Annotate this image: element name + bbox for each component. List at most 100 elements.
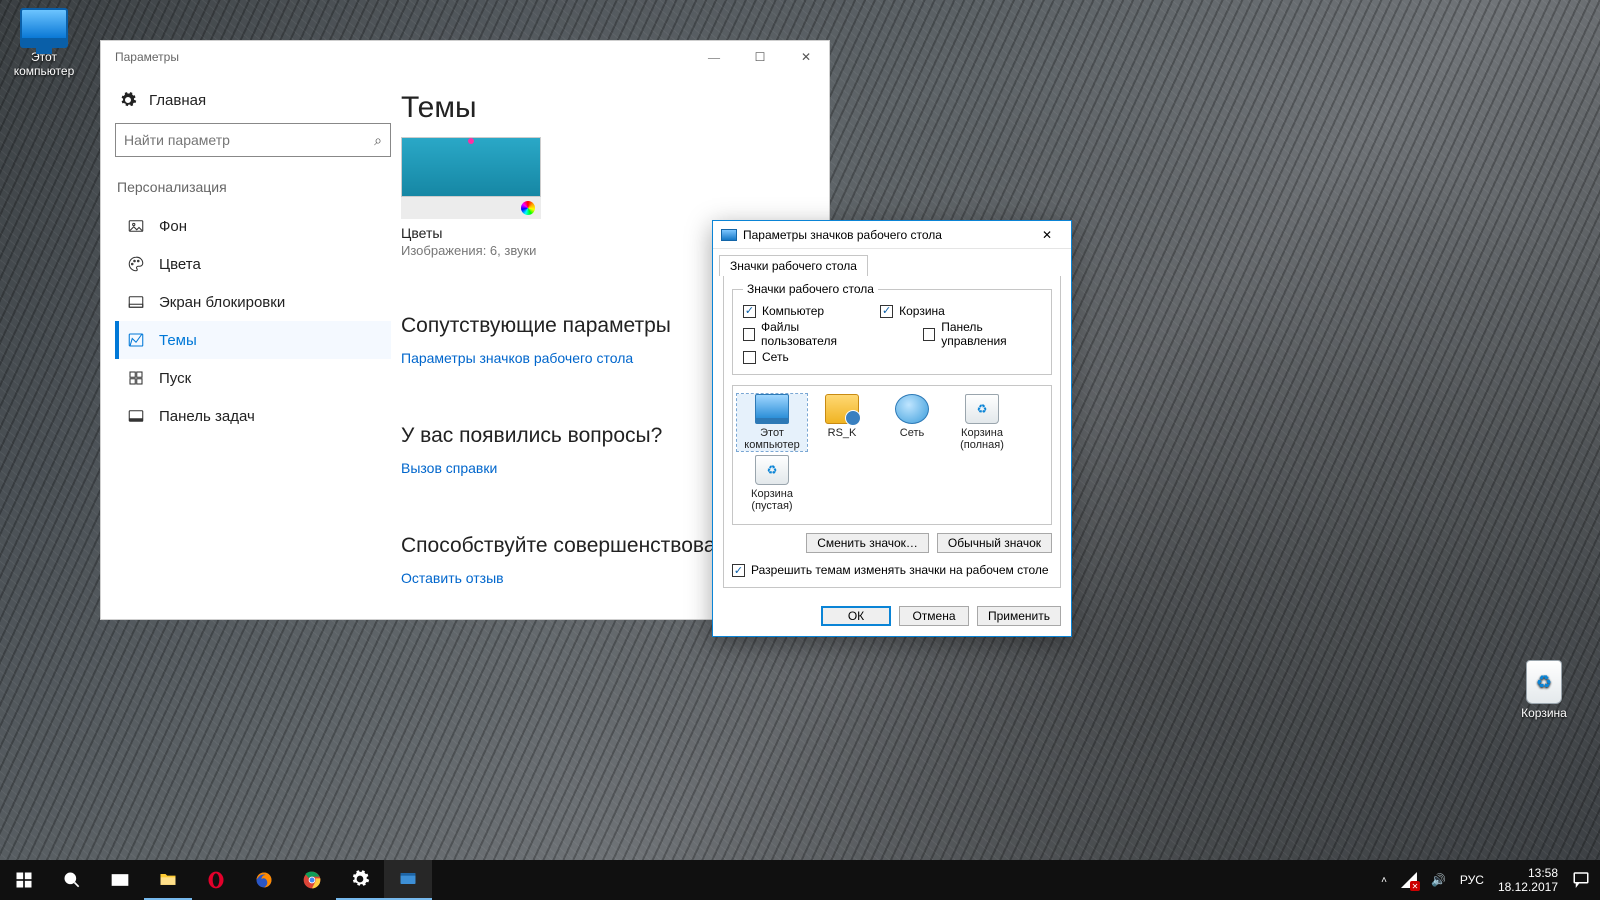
- ok-button[interactable]: ОК: [821, 606, 891, 626]
- taskbar: ˄ 🔊 РУС 13:58 18.12.2017: [0, 860, 1600, 900]
- search-button[interactable]: [48, 860, 96, 900]
- desktop-icon-this-pc[interactable]: Этот компьютер: [6, 8, 82, 78]
- minimize-button[interactable]: —: [691, 41, 737, 73]
- get-help-link[interactable]: Вызов справки: [401, 460, 497, 476]
- category-label: Персонализация: [117, 179, 391, 195]
- checkbox-label: Разрешить темам изменять значки на рабоч…: [751, 563, 1049, 577]
- icon-label: Сеть: [877, 427, 947, 439]
- nav-lockscreen[interactable]: Экран блокировки: [115, 283, 391, 321]
- taskbar-app-chrome[interactable]: [288, 860, 336, 900]
- checkbox-label: Корзина: [899, 304, 945, 318]
- fieldset-legend: Значки рабочего стола: [743, 282, 878, 296]
- recycle-bin-icon: [1526, 660, 1562, 704]
- nav-themes[interactable]: Темы: [115, 321, 391, 359]
- desktop-icons-settings-link[interactable]: Параметры значков рабочего стола: [401, 350, 633, 366]
- nav-background[interactable]: Фон: [115, 207, 391, 245]
- desktop-icon-label: Корзина: [1506, 706, 1582, 720]
- nav-label: Фон: [159, 218, 187, 235]
- checkbox-icon: [743, 351, 756, 364]
- recycle-bin-full-icon: [965, 394, 999, 424]
- language-indicator[interactable]: РУС: [1460, 873, 1484, 887]
- taskbar-app-explorer[interactable]: [144, 860, 192, 900]
- checkbox-computer[interactable]: Компьютер: [743, 304, 824, 318]
- change-icon-button[interactable]: Сменить значок…: [806, 533, 929, 553]
- volume-icon[interactable]: 🔊: [1431, 873, 1446, 887]
- restore-default-button[interactable]: Обычный значок: [937, 533, 1052, 553]
- start-button[interactable]: [0, 860, 48, 900]
- icon-item-user[interactable]: RS_K: [807, 394, 877, 451]
- picture-icon: [127, 217, 145, 235]
- system-tray: ˄ 🔊 РУС 13:58 18.12.2017: [1371, 860, 1600, 900]
- nav-start[interactable]: Пуск: [115, 359, 391, 397]
- desktop-icon-settings-dialog: Параметры значков рабочего стола ✕ Значк…: [712, 220, 1072, 637]
- theme-preview: [401, 137, 541, 197]
- color-wheel-icon: [521, 201, 535, 215]
- checkbox-user-files[interactable]: Файлы пользователя: [743, 320, 867, 348]
- give-feedback-link[interactable]: Оставить отзыв: [401, 570, 504, 586]
- home-label: Главная: [149, 92, 206, 109]
- palette-icon: [127, 255, 145, 273]
- taskbar-app-settings[interactable]: [336, 860, 384, 900]
- action-center-button[interactable]: [1572, 870, 1590, 891]
- dialog-close-button[interactable]: ✕: [1027, 223, 1067, 247]
- checkbox-label: Компьютер: [762, 304, 824, 318]
- icon-label: Корзина (пустая): [737, 488, 807, 512]
- start-icon: [127, 369, 145, 387]
- theme-tile[interactable]: [401, 137, 541, 219]
- checkbox-icon: [743, 328, 755, 341]
- network-icon: [895, 394, 929, 424]
- icon-item-bin-empty[interactable]: Корзина (пустая): [737, 455, 807, 512]
- taskbar-app-control-panel[interactable]: [384, 860, 432, 900]
- checkbox-allow-themes[interactable]: Разрешить темам изменять значки на рабоч…: [732, 563, 1052, 577]
- checkbox-network[interactable]: Сеть: [743, 350, 789, 364]
- lockscreen-icon: [127, 293, 145, 311]
- nav-label: Экран блокировки: [159, 294, 285, 311]
- home-button[interactable]: Главная: [115, 85, 391, 123]
- nav-label: Панель задач: [159, 408, 255, 425]
- taskbar-icon: [127, 407, 145, 425]
- icon-label: Корзина (полная): [947, 427, 1017, 451]
- apply-button[interactable]: Применить: [977, 606, 1061, 626]
- checkbox-icon: [880, 305, 893, 318]
- checkbox-control-panel[interactable]: Панель управления: [923, 320, 1041, 348]
- settings-titlebar[interactable]: Параметры — ☐ ✕: [101, 41, 829, 73]
- desktop-icons-fieldset: Значки рабочего стола Компьютер Корзина …: [732, 282, 1052, 375]
- taskbar-app-firefox[interactable]: [240, 860, 288, 900]
- themes-icon: [127, 331, 145, 349]
- dialog-icon: [721, 229, 737, 241]
- icon-item-this-pc[interactable]: Этот компьютер: [737, 394, 807, 451]
- checkbox-recycle-bin[interactable]: Корзина: [880, 304, 945, 318]
- icon-label: RS_K: [807, 427, 877, 439]
- checkbox-label: Файлы пользователя: [761, 320, 867, 348]
- nav-colors[interactable]: Цвета: [115, 245, 391, 283]
- checkbox-icon: [923, 328, 935, 341]
- clock-date: 18.12.2017: [1498, 880, 1558, 894]
- computer-icon: [755, 394, 789, 424]
- dialog-title: Параметры значков рабочего стола: [743, 228, 942, 242]
- search-field[interactable]: [124, 132, 374, 148]
- cancel-button[interactable]: Отмена: [899, 606, 969, 626]
- task-view-button[interactable]: [96, 860, 144, 900]
- network-icon[interactable]: [1401, 872, 1417, 888]
- clock[interactable]: 13:58 18.12.2017: [1498, 866, 1558, 895]
- search-icon: ⌕: [374, 132, 382, 149]
- search-input[interactable]: ⌕: [115, 123, 391, 157]
- icon-item-bin-full[interactable]: Корзина (полная): [947, 394, 1017, 451]
- settings-sidebar: Главная ⌕ Персонализация Фон Цвета Экран…: [101, 73, 401, 619]
- desktop-icon-recycle-bin[interactable]: Корзина: [1506, 660, 1582, 720]
- nav-label: Пуск: [159, 370, 191, 387]
- icon-preview-box: Этот компьютер RS_K Сеть Корзина (полная…: [732, 385, 1052, 525]
- icon-item-network[interactable]: Сеть: [877, 394, 947, 451]
- taskbar-app-opera[interactable]: [192, 860, 240, 900]
- tray-overflow-button[interactable]: ˄: [1381, 875, 1387, 886]
- window-title: Параметры: [115, 50, 179, 64]
- recycle-bin-empty-icon: [755, 455, 789, 485]
- dialog-titlebar[interactable]: Параметры значков рабочего стола ✕: [713, 221, 1071, 249]
- maximize-button[interactable]: ☐: [737, 41, 783, 73]
- tab-desktop-icons[interactable]: Значки рабочего стола: [719, 255, 868, 276]
- theme-strip: [401, 197, 541, 219]
- icon-label: Этот компьютер: [737, 427, 807, 451]
- close-button[interactable]: ✕: [783, 41, 829, 73]
- nav-taskbar[interactable]: Панель задач: [115, 397, 391, 435]
- page-title: Темы: [401, 91, 809, 125]
